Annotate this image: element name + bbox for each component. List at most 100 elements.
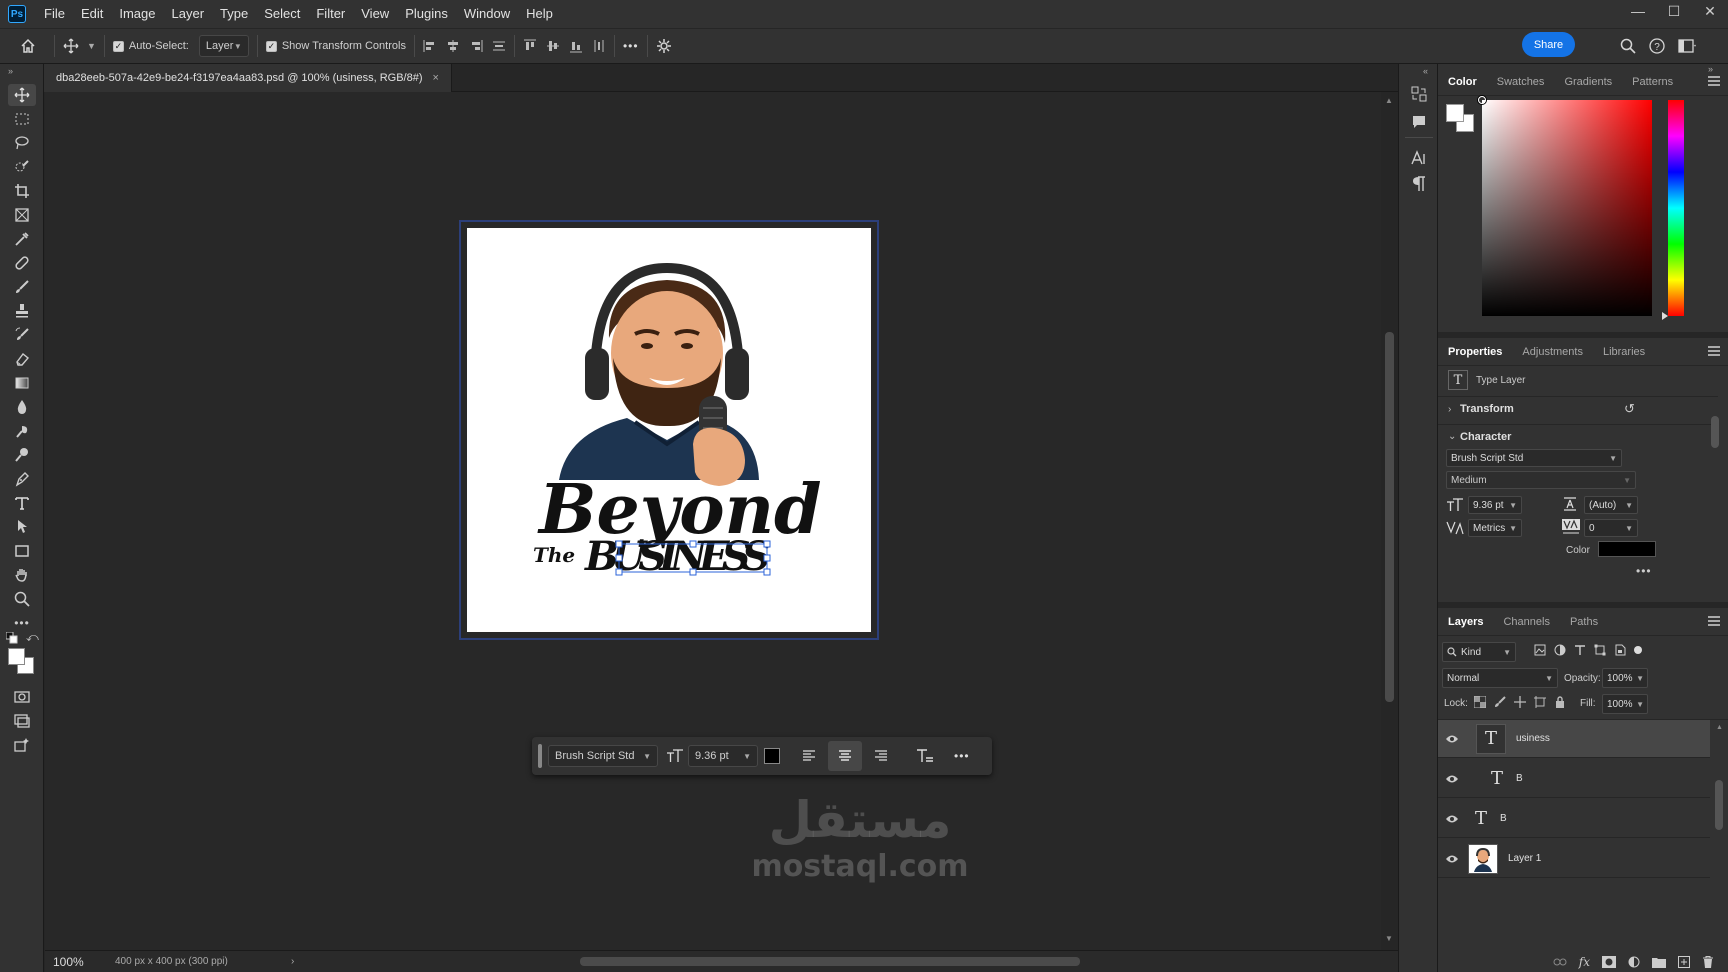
menu-image[interactable]: Image [111,0,163,28]
visibility-eye-icon[interactable] [1444,734,1460,744]
gradient-tool[interactable] [8,372,36,394]
tab-adjustments[interactable]: Adjustments [1512,338,1593,366]
tab-properties[interactable]: Properties [1438,338,1512,366]
hue-slider-thumb[interactable] [1662,312,1668,320]
scroll-up-icon[interactable]: ▲ [1385,96,1393,105]
blend-mode-dropdown[interactable]: Normal ▼ [1442,668,1558,688]
blur-tool[interactable] [8,396,36,418]
properties-panel-menu-icon[interactable] [1708,346,1720,356]
tab-swatches[interactable]: Swatches [1487,68,1555,96]
workspace-icon[interactable] [1678,39,1696,53]
layers-scrollbar[interactable]: ▲ [1714,720,1724,892]
align-left-edges-icon[interactable] [423,39,437,53]
screen-mode-button[interactable] [8,710,36,732]
horizontal-scroll-thumb[interactable] [580,957,1080,966]
move-tool[interactable] [8,84,36,106]
tab-gradients[interactable]: Gradients [1554,68,1622,96]
properties-scrollbar[interactable] [1710,398,1720,582]
document-tab[interactable]: dba28eeb-507a-42e9-be24-f3197ea4aa83.psd… [44,64,452,92]
foreground-color-swatch[interactable] [8,648,25,665]
link-layers-icon[interactable] [1553,957,1567,967]
color-foreground-swatch[interactable] [1446,104,1464,122]
rectangle-tool[interactable] [8,540,36,562]
eyedropper-tool[interactable] [8,228,36,250]
distribute-horizontal-icon[interactable] [592,39,606,53]
menu-layer[interactable]: Layer [164,0,213,28]
align-left-button[interactable] [794,741,824,771]
layer-row-usiness[interactable]: T usiness [1438,720,1710,758]
comments-panel-icon[interactable] [1411,114,1427,130]
help-icon[interactable]: ? [1649,38,1665,54]
menu-edit[interactable]: Edit [73,0,111,28]
auto-select-target-dropdown[interactable]: Layer ▼ [198,35,249,57]
horizontal-scrollbar[interactable] [260,951,1398,972]
layer-effects-button[interactable]: fx [1579,955,1590,969]
crop-tool[interactable] [8,180,36,202]
menu-filter[interactable]: Filter [308,0,353,28]
menu-view[interactable]: View [353,0,397,28]
collapse-icon[interactable]: « [1423,66,1428,76]
zoom-level[interactable]: 100% [45,955,115,969]
color-field[interactable] [1478,96,1652,316]
gear-icon[interactable] [656,38,672,54]
align-bottom-edges-icon[interactable] [569,39,583,53]
ctx-more-button[interactable]: ••• [954,749,970,763]
visibility-eye-icon[interactable] [1444,814,1460,824]
menu-window[interactable]: Window [456,0,518,28]
home-icon[interactable] [10,38,46,54]
more-options-button[interactable]: ••• [623,39,639,53]
character-section-title[interactable]: Character [1460,431,1511,443]
close-tab-icon[interactable]: × [432,72,438,84]
visibility-eye-icon[interactable] [1444,854,1460,864]
filter-type-icon[interactable] [1574,644,1586,656]
lock-artboard-icon[interactable] [1534,696,1546,708]
filter-pixel-icon[interactable] [1534,644,1546,656]
lock-transparency-icon[interactable] [1474,696,1486,708]
align-vertical-centers-icon[interactable] [546,39,560,53]
path-selection-tool[interactable] [8,516,36,538]
distribute-vertical-icon[interactable] [492,39,506,53]
layer-row-b-2[interactable]: T B [1438,800,1710,838]
burn-tool[interactable] [8,420,36,442]
adjustment-layer-icon[interactable] [1628,956,1640,968]
tab-channels[interactable]: Channels [1493,608,1559,636]
pen-tool[interactable] [8,468,36,490]
lasso-tool[interactable] [8,132,36,154]
paragraph-panel-icon[interactable] [1412,176,1426,192]
layer-name[interactable]: Layer 1 [1508,853,1541,864]
show-transform-controls-checkbox[interactable]: ✓ Show Transform Controls [265,40,406,52]
align-right-button[interactable] [866,741,896,771]
menu-help[interactable]: Help [518,0,561,28]
layer-filter-dropdown[interactable]: Kind ▼ [1442,642,1516,662]
tracking-field[interactable]: 0 ▼ [1584,519,1638,537]
filter-shape-icon[interactable] [1594,644,1606,656]
visibility-eye-icon[interactable] [1444,774,1460,784]
minimize-button[interactable]: — [1620,0,1656,22]
drag-handle[interactable] [538,744,542,768]
lock-position-icon[interactable] [1514,696,1526,708]
transform-section-title[interactable]: Transform [1460,403,1514,415]
fill-field[interactable]: 100% ▼ [1602,694,1648,714]
text-color-swatch[interactable] [1598,541,1656,557]
align-center-button[interactable] [828,741,862,771]
align-right-edges-icon[interactable] [469,39,483,53]
tab-paths[interactable]: Paths [1560,608,1608,636]
auto-select-checkbox[interactable]: ✓ Auto-Select: [112,40,189,52]
collapse-icon[interactable]: » [8,66,13,76]
vertical-scroll-thumb[interactable] [1385,332,1394,702]
filter-toggle-icon[interactable] [1634,646,1642,654]
document-canvas[interactable]: Beyond The BUSINESS [467,228,871,632]
swap-colors-icon[interactable]: ⤺ [26,630,39,645]
new-layer-icon[interactable] [1678,956,1690,968]
add-mask-icon[interactable] [1602,956,1616,968]
eraser-tool[interactable] [8,348,36,370]
tab-color[interactable]: Color [1438,68,1487,96]
close-window-button[interactable]: ✕ [1692,0,1728,22]
default-colors-icon[interactable] [6,632,18,644]
hue-slider[interactable] [1662,100,1684,320]
menu-select[interactable]: Select [256,0,308,28]
search-icon[interactable] [1620,38,1636,54]
chevron-right-icon[interactable]: › [1448,404,1451,415]
scroll-up-icon[interactable]: ▲ [1716,724,1723,731]
opacity-field[interactable]: 100% ▼ [1602,668,1648,688]
